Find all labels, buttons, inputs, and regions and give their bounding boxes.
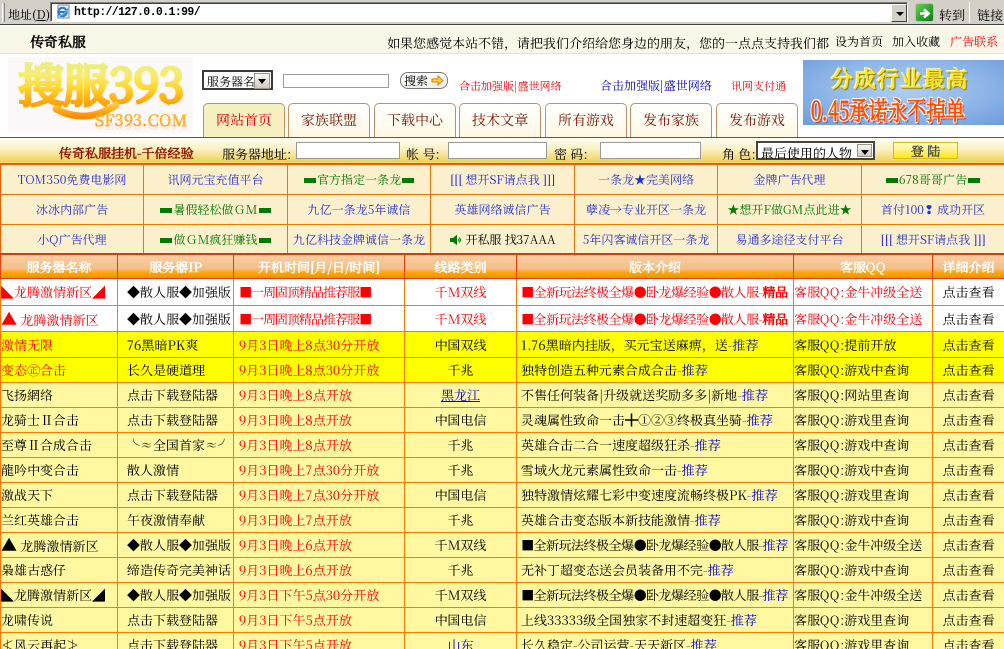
svg-text:SF393.COM: SF393.COM <box>95 114 187 133</box>
